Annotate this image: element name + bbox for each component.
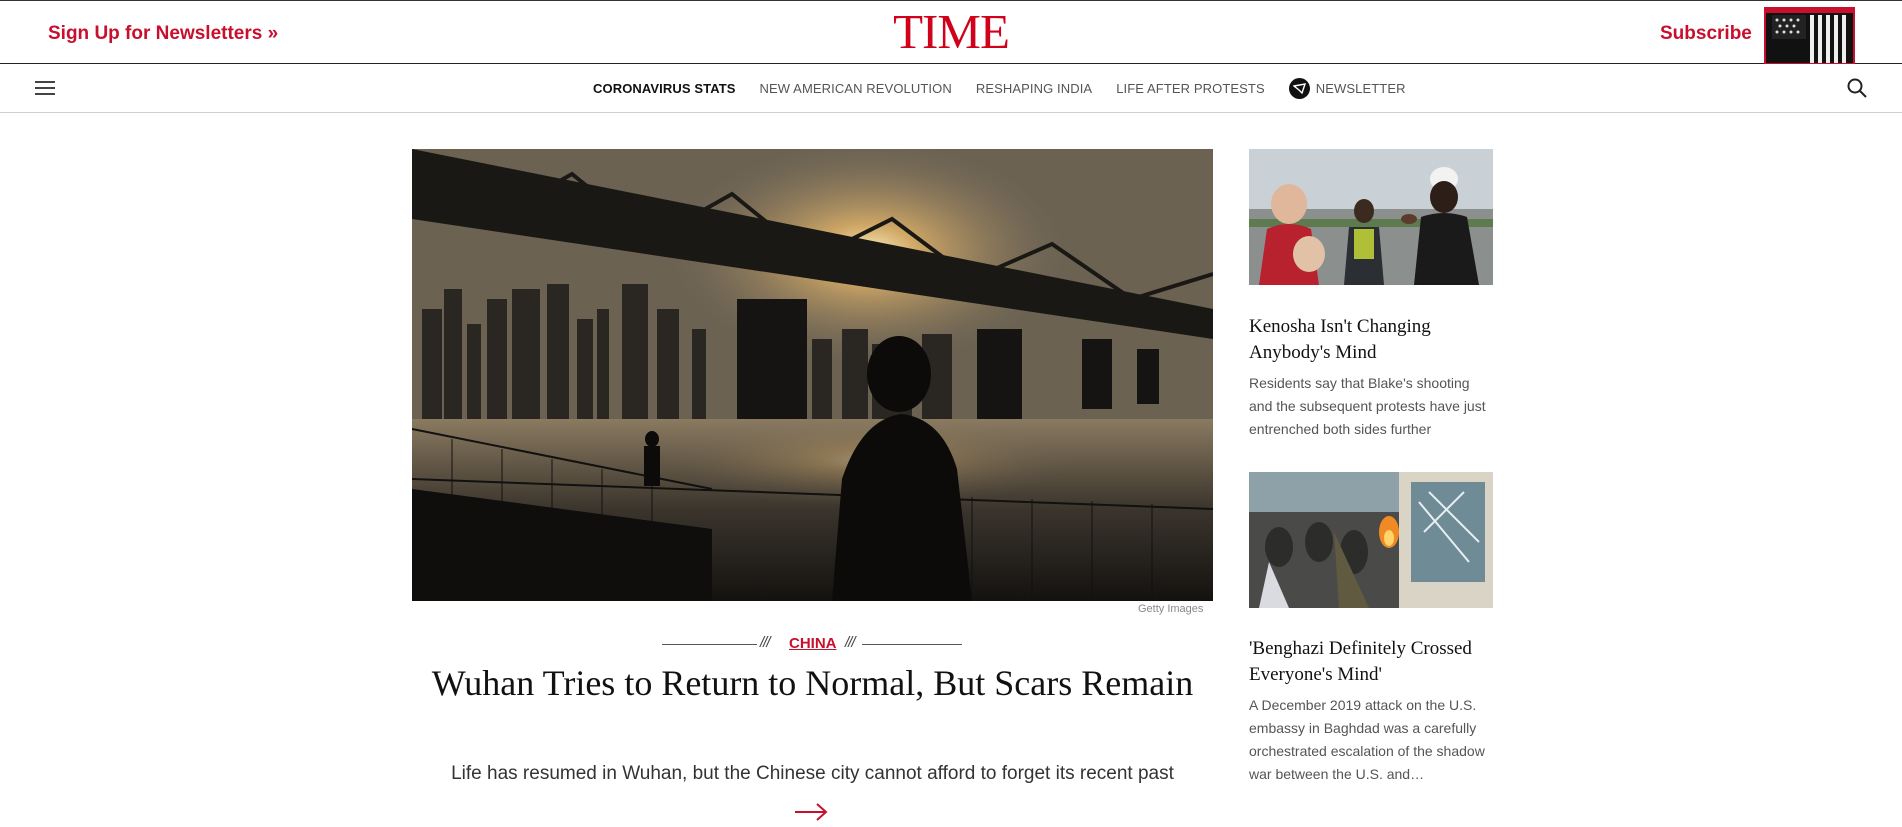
kicker-rule-left	[662, 644, 757, 645]
wuhan-bridge-photo	[412, 149, 1213, 601]
benghazi-story-description: A December 2019 attack on the U.S. embas…	[1249, 697, 1485, 782]
kicker-china[interactable]: CHINA	[789, 635, 837, 652]
baghdad-embassy-photo	[1249, 472, 1493, 608]
newsletter-signup-link[interactable]: Sign Up for Newsletters »	[48, 23, 278, 45]
top-header: Sign Up for Newsletters » TIME Subscribe	[0, 0, 1902, 65]
hero-image[interactable]	[412, 149, 1213, 601]
kenosha-photo	[1249, 149, 1493, 285]
kenosha-story-image[interactable]	[1249, 149, 1493, 285]
nav-newsletter-label[interactable]: NEWSLETTER	[1316, 81, 1406, 96]
section-navbar: CORONAVIRUS STATS NEW AMERICAN REVOLUTIO…	[0, 64, 1902, 113]
kenosha-story-description: Residents say that Blake's shooting and …	[1249, 375, 1486, 437]
nav-reshaping-india[interactable]: RESHAPING INDIA	[976, 81, 1092, 96]
section-kicker: /// CHINA ///	[662, 634, 962, 654]
nav-newsletter[interactable]: NEWSLETTER	[1288, 77, 1430, 99]
nav-coronavirus-stats[interactable]: CORONAVIRUS STATS	[593, 81, 736, 96]
nav-life-after-protests[interactable]: LIFE AFTER PROTESTS	[1116, 81, 1265, 96]
nav-new-american-revolution[interactable]: NEW AMERICAN REVOLUTION	[760, 81, 952, 96]
kenosha-story-title[interactable]: Kenosha Isn't Changing Anybody's Mind	[1249, 314, 1499, 366]
benghazi-story-image[interactable]	[1249, 472, 1493, 608]
subscribe-link[interactable]: Subscribe	[1660, 23, 1752, 45]
flag-cover-image	[1766, 9, 1853, 63]
search-icon[interactable]	[1846, 77, 1868, 99]
hero-description: Life has resumed in Wuhan, but the Chine…	[451, 763, 1174, 784]
kicker-slash-right: ///	[845, 634, 855, 651]
time-logo[interactable]: TIME	[891, 5, 1011, 59]
kicker-slash-left: ///	[760, 634, 770, 651]
benghazi-story-title[interactable]: 'Benghazi Definitely Crossed Everyone's …	[1249, 636, 1499, 688]
arrow-right-icon[interactable]	[795, 802, 829, 822]
image-credit: Getty Images	[1138, 603, 1204, 615]
newsletter-icon	[1288, 77, 1310, 99]
nav-links: CORONAVIRUS STATS NEW AMERICAN REVOLUTIO…	[593, 64, 1430, 112]
hero-headline[interactable]: Wuhan Tries to Return to Normal, But Sca…	[412, 660, 1213, 706]
magazine-cover-thumbnail[interactable]	[1764, 7, 1855, 65]
menu-icon[interactable]	[35, 81, 55, 95]
kicker-rule-right	[862, 644, 962, 645]
